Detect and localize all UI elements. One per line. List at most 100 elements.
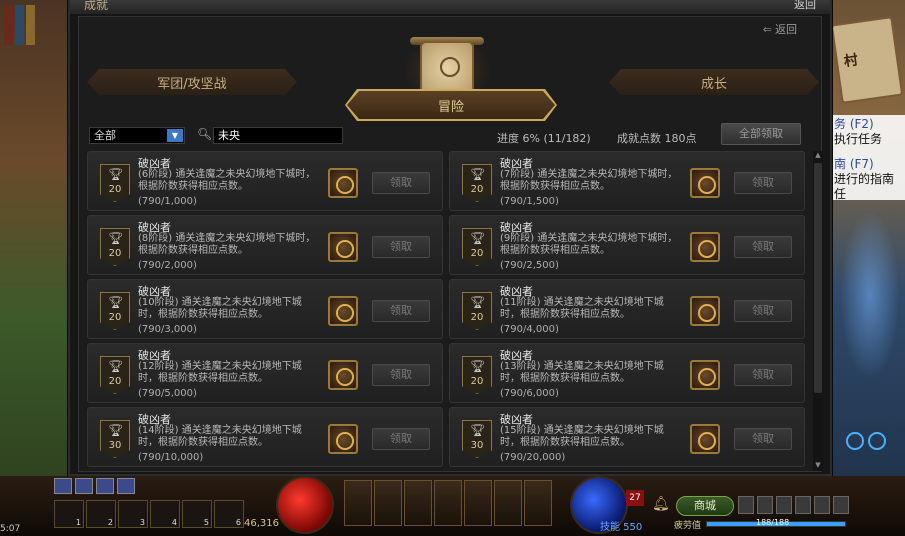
points-badge: 🏆︎ 30 xyxy=(100,420,130,458)
bookshelf-book xyxy=(26,5,35,45)
claim-all-button[interactable]: 全部领取 xyxy=(721,123,801,145)
tab-adventure[interactable]: 冒险 xyxy=(347,91,555,119)
achievement-card: 🏆︎ 20 破凶者 (6阶段) 通关逢魔之未央幻境地下城时，根据阶数获得相应点数。 (7… xyxy=(87,151,443,211)
claim-button[interactable]: 领取 xyxy=(372,428,430,450)
achievement-desc: (11阶段) 通关逢魔之未央幻境地下城时，根据阶数获得相应点数。 xyxy=(500,297,664,320)
claim-button[interactable]: 领取 xyxy=(372,300,430,322)
quickslot[interactable]: 4 xyxy=(150,500,180,528)
points-badge: 🏆︎ 30 xyxy=(462,420,492,458)
portal-icon[interactable] xyxy=(846,432,864,450)
trophy-icon: 🏆︎ xyxy=(470,167,486,181)
menu-icon[interactable] xyxy=(776,496,792,514)
shop-button[interactable]: 商城 xyxy=(676,496,734,516)
quickslot[interactable]: 5 xyxy=(182,500,212,528)
reward-icon[interactable] xyxy=(690,360,720,390)
quest-text: 执行任务 xyxy=(834,132,883,146)
chevron-down-icon[interactable]: ▼ xyxy=(167,129,183,142)
back-button[interactable]: ⇐ 返回 xyxy=(763,21,797,37)
menu-icon[interactable] xyxy=(757,496,773,514)
tab-legion[interactable]: 军团/攻坚战 xyxy=(87,69,297,95)
points-badge: 🏆︎ 20 xyxy=(100,292,130,330)
list-scrollbar[interactable]: ▲ ▼ xyxy=(813,151,823,471)
search-input[interactable]: 未央 xyxy=(213,127,343,144)
reward-icon[interactable] xyxy=(328,232,358,262)
reward-icon[interactable] xyxy=(328,360,358,390)
buff-icon[interactable] xyxy=(75,478,93,494)
portal-icon[interactable] xyxy=(868,432,886,450)
tab-growth[interactable]: 成长 xyxy=(609,69,819,95)
skill-slot[interactable] xyxy=(494,480,522,526)
window-titlebar: 成就 返回 xyxy=(70,0,830,14)
points-value: 20 xyxy=(470,248,484,259)
claim-button[interactable]: 领取 xyxy=(734,236,792,258)
quickslot[interactable]: 1 xyxy=(54,500,84,528)
reward-icon[interactable] xyxy=(690,168,720,198)
achievement-progress: (790/4,000) xyxy=(500,324,559,335)
achievement-desc: (15阶段) 通关逢魔之未央幻境地下城时，根据阶数获得相应点数。 xyxy=(500,425,664,448)
trophy-icon: 🏆︎ xyxy=(108,359,124,373)
achievement-progress: (790/3,000) xyxy=(138,324,197,335)
village-sign: 村 xyxy=(830,16,904,104)
points-value: 20 xyxy=(108,184,122,195)
scroll-thumb[interactable] xyxy=(814,163,822,393)
scroll-up-icon[interactable]: ▲ xyxy=(813,151,823,161)
points-value: 20 xyxy=(108,248,122,259)
skill-points: 技能 550 xyxy=(600,522,643,533)
category-select[interactable]: 全部 ▼ xyxy=(89,127,185,144)
buff-icon[interactable] xyxy=(117,478,135,494)
reward-icon[interactable] xyxy=(328,296,358,326)
menu-icon[interactable] xyxy=(795,496,811,514)
claim-button[interactable]: 领取 xyxy=(734,172,792,194)
claim-button[interactable]: 领取 xyxy=(734,300,792,322)
reward-icon[interactable] xyxy=(328,424,358,454)
points-badge: 🏆︎ 20 xyxy=(100,164,130,202)
claim-button[interactable]: 领取 xyxy=(734,428,792,450)
quickslot-key: 6 xyxy=(235,518,241,527)
compass-icon xyxy=(440,57,460,77)
points-value: 30 xyxy=(108,440,122,451)
reward-icon[interactable] xyxy=(690,424,720,454)
claim-button[interactable]: 领取 xyxy=(734,364,792,386)
reward-icon[interactable] xyxy=(328,168,358,198)
quickslot[interactable]: 3 xyxy=(118,500,148,528)
scroll-down-icon[interactable]: ▼ xyxy=(813,461,823,471)
buff-bar xyxy=(54,478,135,494)
points-value: 30 xyxy=(470,440,484,451)
buff-icon[interactable] xyxy=(96,478,114,494)
menu-icon[interactable] xyxy=(814,496,830,514)
skill-slot[interactable] xyxy=(464,480,492,526)
skill-slot[interactable] xyxy=(434,480,462,526)
skill-bar xyxy=(344,480,552,526)
achievement-list: 🏆︎ 20 破凶者 (6阶段) 通关逢魔之未央幻境地下城时，根据阶数获得相应点数。 (7… xyxy=(87,151,809,471)
menu-icon[interactable] xyxy=(833,496,849,514)
portal-icons[interactable] xyxy=(846,432,886,450)
skill-slot[interactable] xyxy=(374,480,402,526)
buff-icon[interactable] xyxy=(54,478,72,494)
trophy-icon: 🏆︎ xyxy=(470,423,486,437)
quickslot[interactable]: 6 xyxy=(214,500,244,528)
points-badge: 🏆︎ 20 xyxy=(462,356,492,394)
achievement-progress: (790/6,000) xyxy=(500,388,559,399)
achievement-desc: (6阶段) 通关逢魔之未央幻境地下城时，根据阶数获得相应点数。 xyxy=(138,169,316,192)
claim-button[interactable]: 领取 xyxy=(372,236,430,258)
skill-slot[interactable] xyxy=(404,480,432,526)
reward-icon[interactable] xyxy=(690,232,720,262)
claim-button[interactable]: 领取 xyxy=(372,364,430,386)
bell-icon[interactable]: 🔔︎ xyxy=(652,496,670,512)
menu-icon[interactable] xyxy=(738,496,754,514)
quickslot[interactable]: 2 xyxy=(86,500,116,528)
achievement-card: 🏆︎ 30 破凶者 (14阶段) 通关逢魔之未央幻境地下城时，根据阶数获得相应点数。(… xyxy=(87,407,443,467)
achievement-desc: (10阶段) 通关逢魔之未央幻境地下城时，根据阶数获得相应点数。 xyxy=(138,297,302,320)
skill-slot[interactable] xyxy=(524,480,552,526)
points-badge: 🏆︎ 20 xyxy=(462,292,492,330)
quest-panel[interactable]: 务 (F2) 执行任务 南 (F7) 进行的指南任 xyxy=(832,115,905,201)
trophy-icon: 🏆︎ xyxy=(470,359,486,373)
level-badge: 27 xyxy=(626,490,644,506)
reward-icon[interactable] xyxy=(690,296,720,326)
close-button[interactable]: 返回 xyxy=(794,0,816,12)
skill-slot[interactable] xyxy=(344,480,372,526)
achievement-desc: (13阶段) 通关逢魔之未央幻境地下城时，根据阶数获得相应点数。 xyxy=(500,361,664,384)
scroll-icon xyxy=(420,41,474,97)
claim-button[interactable]: 领取 xyxy=(372,172,430,194)
background-left-scenery xyxy=(0,0,72,536)
